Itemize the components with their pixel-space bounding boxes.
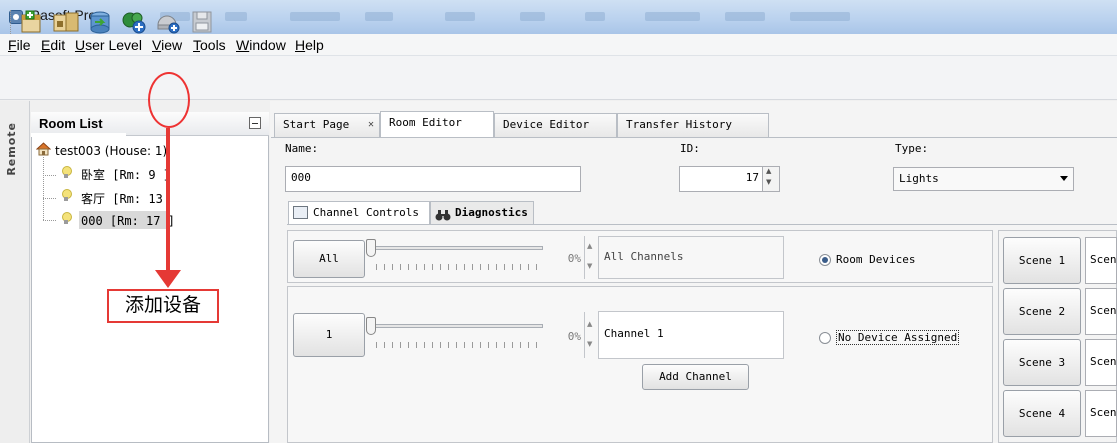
all-slider-track[interactable] — [371, 246, 543, 250]
channel-1-percent-spinner[interactable]: ▲ ▼ — [584, 312, 596, 358]
tab-label: Device Editor — [503, 118, 590, 131]
tree-room-node[interactable]: 客厅 [Rm: 13 — [81, 190, 163, 207]
scene-2-button[interactable]: Scene 2 — [1003, 288, 1081, 335]
menu-user-level[interactable]: User Level — [75, 37, 142, 53]
blurred-taskbar-item — [790, 12, 850, 21]
house-icon — [35, 142, 52, 156]
all-slider-thumb[interactable] — [366, 239, 376, 257]
room-list-tab — [31, 133, 126, 137]
channel-1-percent: 0% — [567, 330, 581, 343]
collapse-icon[interactable] — [249, 117, 261, 129]
blurred-taskbar-item — [725, 12, 765, 21]
channel-1-button[interactable]: 1 — [293, 313, 365, 357]
tab-channel-controls[interactable]: Channel Controls — [288, 201, 430, 225]
blurred-taskbar-item — [445, 12, 475, 21]
new-house-icon[interactable] — [18, 9, 46, 35]
tab-strip-border — [271, 137, 1117, 138]
bulb-icon — [61, 189, 72, 201]
save-icon[interactable] — [188, 9, 216, 35]
annotation-circle — [148, 72, 190, 128]
bulb-icon — [61, 212, 72, 224]
tab-start-page[interactable]: Start Page ✕ — [274, 113, 380, 137]
annotation-label: 添加设备 — [107, 289, 219, 323]
tree-room-node[interactable]: 卧室 [Rm: 9 ] — [81, 166, 170, 183]
tab-diagnostics[interactable]: Diagnostics — [430, 201, 534, 225]
no-device-label: No Device Assigned — [836, 330, 960, 345]
menu-file[interactable]: File — [8, 37, 31, 53]
channel-1-row — [287, 286, 993, 443]
subtab-border — [287, 224, 1117, 225]
name-label: Name: — [285, 142, 319, 155]
menu-tools[interactable]: Tools — [193, 37, 226, 53]
tree-connector — [43, 157, 44, 220]
tree-connector — [43, 175, 56, 176]
tree-connector — [43, 198, 56, 199]
blurred-taskbar-item — [585, 12, 605, 21]
tree-connector — [43, 220, 56, 221]
tab-device-editor[interactable]: Device Editor — [494, 113, 617, 137]
scene-1-field[interactable]: Scen — [1085, 237, 1117, 284]
room-list-panel — [31, 112, 269, 443]
type-select[interactable]: Lights — [893, 167, 1074, 191]
add-device-icon[interactable] — [154, 9, 182, 35]
toolbar-grip[interactable] — [10, 10, 13, 34]
menu-bar: File Edit User Level View Tools Window H… — [0, 34, 1117, 56]
tree-room-node-selected[interactable]: 000 [Rm: 17 ] — [81, 214, 175, 228]
close-icon[interactable]: ✕ — [368, 114, 374, 136]
tree-house-node[interactable]: test003 (House: 1) — [55, 144, 167, 158]
bulb-icon — [61, 166, 72, 178]
annotation-arrow — [166, 128, 170, 276]
tab-label: Transfer History — [626, 118, 732, 131]
scene-4-field[interactable]: Scen — [1085, 390, 1117, 437]
subtab-label: Diagnostics — [455, 206, 528, 219]
scene-2-field[interactable]: Scen — [1085, 288, 1117, 335]
subtab-label: Channel Controls — [313, 206, 419, 219]
tab-room-editor[interactable]: Room Editor — [380, 111, 494, 138]
tab-label: Room Editor — [389, 116, 462, 129]
tab-transfer-history[interactable]: Transfer History — [617, 113, 769, 137]
all-button[interactable]: All — [293, 240, 365, 278]
menu-view[interactable]: View — [152, 37, 182, 53]
menu-window[interactable]: Window — [236, 37, 286, 53]
scene-3-button[interactable]: Scene 3 — [1003, 339, 1081, 386]
channel-1-slider-track[interactable] — [371, 324, 543, 328]
scene-1-button[interactable]: Scene 1 — [1003, 237, 1081, 284]
menu-edit[interactable]: Edit — [41, 37, 65, 53]
id-spinner-buttons[interactable] — [762, 167, 779, 191]
scene-3-field[interactable]: Scen — [1085, 339, 1117, 386]
channel-1-slider-thumb[interactable] — [366, 317, 376, 335]
menu-help[interactable]: Help — [295, 37, 324, 53]
panel-icon — [293, 206, 308, 219]
scene-4-button[interactable]: Scene 4 — [1003, 390, 1081, 437]
channel-1-name-input[interactable]: Channel 1 — [598, 311, 784, 359]
id-label: ID: — [680, 142, 700, 155]
chevron-down-icon[interactable] — [1060, 176, 1068, 181]
all-channels-name: All Channels — [598, 236, 784, 279]
open-folders-icon[interactable] — [52, 9, 80, 35]
tab-label: Start Page — [283, 118, 350, 131]
blurred-taskbar-item — [290, 12, 340, 21]
all-percent-spinner[interactable]: ▲ ▼ — [584, 236, 596, 279]
blurred-taskbar-item — [645, 12, 700, 21]
room-devices-radio[interactable] — [819, 254, 831, 266]
channel-1-slider-ticks — [376, 342, 542, 348]
all-slider-ticks — [376, 264, 542, 270]
import-icon[interactable] — [86, 9, 114, 35]
name-input[interactable]: 000 — [285, 166, 581, 192]
blurred-taskbar-item — [225, 12, 247, 21]
no-device-radio[interactable] — [819, 332, 831, 344]
blurred-taskbar-item — [520, 12, 545, 21]
room-devices-label: Room Devices — [836, 253, 916, 266]
remote-label: Remote — [5, 122, 18, 176]
all-percent: 0% — [567, 252, 581, 265]
add-channel-button[interactable]: Add Channel — [642, 364, 749, 390]
blurred-taskbar-item — [365, 12, 393, 21]
add-room-icon[interactable] — [120, 9, 148, 35]
type-label: Type: — [895, 142, 929, 155]
annotation-arrow-head — [155, 270, 181, 288]
room-list-title: Room List — [39, 116, 103, 131]
